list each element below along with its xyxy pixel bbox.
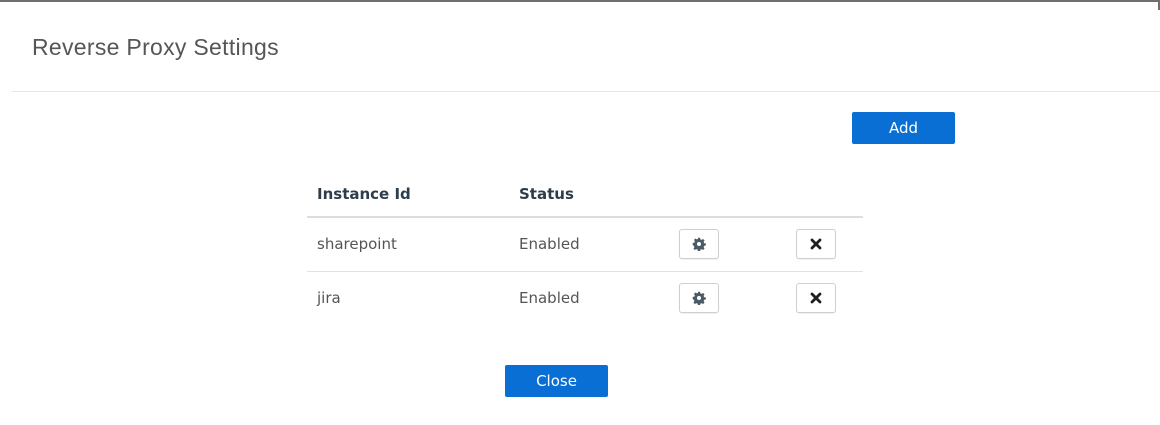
instance-id-cell: jira: [317, 289, 341, 308]
gear-icon: [692, 291, 706, 306]
close-button[interactable]: Close: [505, 365, 608, 397]
column-header-status: Status: [509, 172, 669, 218]
proxy-table: Instance Id Status sharepoint Enabled ji…: [307, 172, 863, 325]
settings-cell: [669, 271, 786, 325]
status-cell: Enabled: [519, 289, 580, 308]
close-icon: [810, 238, 822, 250]
settings-button[interactable]: [679, 229, 719, 260]
title-divider: [12, 91, 1160, 92]
settings-cell: [669, 217, 786, 272]
gear-icon: [692, 237, 706, 252]
delete-button[interactable]: [796, 283, 836, 314]
close-icon: [810, 292, 822, 304]
status-cell: Enabled: [509, 217, 669, 272]
table-header-row: Instance Id Status: [307, 172, 863, 218]
delete-button[interactable]: [796, 229, 836, 260]
table-row: jira Enabled: [307, 271, 863, 325]
instance-id-cell: sharepoint: [307, 217, 509, 272]
table-row: sharepoint Enabled: [307, 217, 863, 272]
column-header-delete: [786, 172, 863, 218]
delete-cell: [786, 271, 863, 325]
dialog-title: Reverse Proxy Settings: [32, 34, 279, 60]
settings-button[interactable]: [679, 283, 719, 314]
column-header-instance-id: Instance Id: [307, 172, 509, 218]
reverse-proxy-dialog: Reverse Proxy Settings Add Instance Id S…: [0, 0, 1160, 425]
add-button[interactable]: Add: [852, 112, 955, 144]
delete-cell: [786, 217, 863, 272]
column-header-settings: [669, 172, 786, 218]
dialog-corner: [1156, 2, 1160, 10]
